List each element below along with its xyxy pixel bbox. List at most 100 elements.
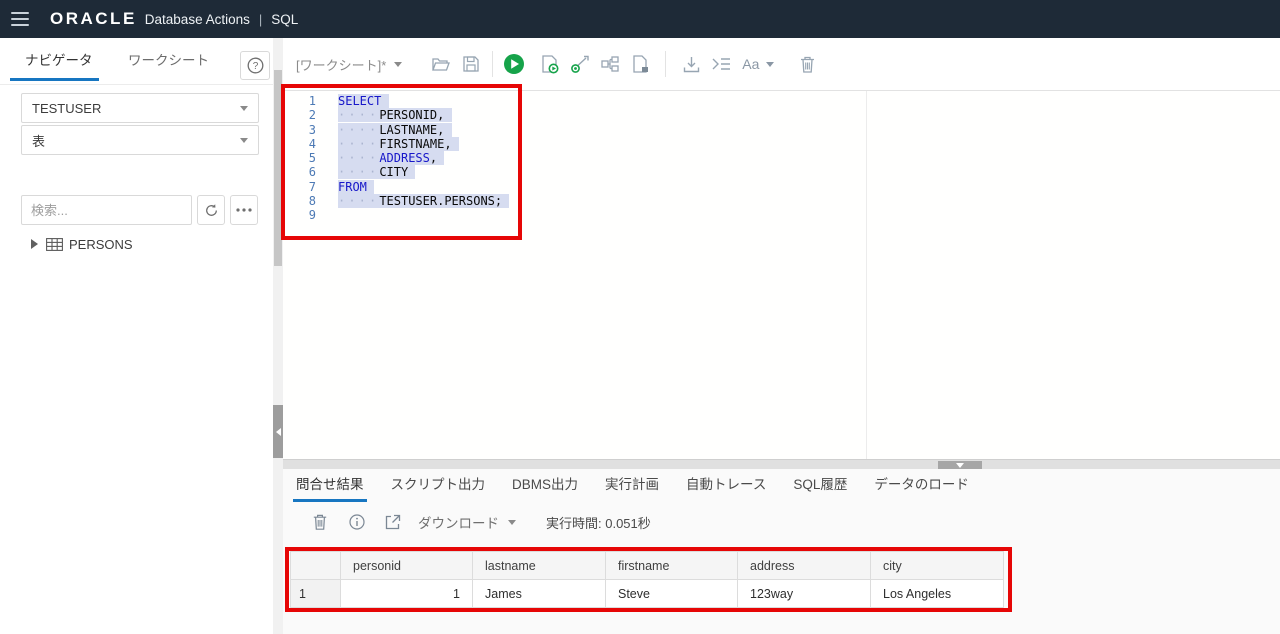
schema-select[interactable]: TESTUSER: [21, 93, 259, 123]
format-button[interactable]: [706, 49, 736, 79]
code-line[interactable]: 7FROM: [283, 180, 509, 194]
tree-item-persons[interactable]: PERSONS: [0, 233, 260, 255]
tab-autotrace[interactable]: 自動トレース: [686, 473, 766, 502]
column-header-address[interactable]: address: [738, 552, 871, 580]
sql-history-button[interactable]: [625, 49, 655, 79]
code-line-content: SELECT: [333, 94, 389, 108]
download-icon: [683, 56, 700, 73]
code-line[interactable]: 9: [283, 208, 509, 222]
code-line[interactable]: 2····PERSONID,: [283, 108, 509, 122]
line-number: 9: [283, 208, 333, 222]
toolbar-separator: [492, 51, 493, 77]
hamburger-menu-icon[interactable]: [11, 12, 29, 26]
sql-history-icon: [632, 55, 649, 73]
line-number: 7: [283, 180, 333, 194]
cell-lastname[interactable]: James: [473, 580, 606, 608]
sidebar-scrollbar-thumb[interactable]: [274, 70, 282, 266]
column-header-city[interactable]: city: [871, 552, 1004, 580]
worksheet-area: [ワークシート]*: [283, 38, 1280, 634]
explain-plan-button[interactable]: [565, 49, 595, 79]
expand-arrow-icon[interactable]: [31, 239, 38, 249]
chevron-down-icon: [394, 62, 402, 67]
code-line-content: ····PERSONID,: [333, 108, 452, 122]
autotrace-button[interactable]: [595, 49, 625, 79]
code-editor[interactable]: 1SELECT 2····PERSONID, 3····LASTNAME, 4·…: [283, 91, 1280, 459]
whitespace-dots: ····: [338, 194, 379, 208]
cell-personid[interactable]: 1: [341, 580, 473, 608]
code-token: FIRSTNAME,: [379, 137, 451, 151]
column-header-firstname[interactable]: firstname: [606, 552, 738, 580]
explain-plan-icon: [571, 55, 590, 73]
tab-data-load[interactable]: データのロード: [874, 473, 969, 502]
whitespace-dots: ····: [338, 151, 379, 165]
info-icon: [349, 514, 365, 530]
worksheet-selector-label: [ワークシート]*: [296, 55, 386, 74]
tab-dbms-output[interactable]: DBMS出力: [512, 473, 578, 502]
more-options-button[interactable]: [230, 195, 258, 225]
line-number: 4: [283, 137, 333, 151]
row-number-header: [291, 552, 341, 580]
save-button[interactable]: [456, 49, 486, 79]
folder-open-icon: [432, 57, 450, 72]
code-token: TESTUSER.PERSONS;: [379, 194, 502, 208]
format-icon: [712, 57, 731, 71]
tab-worksheet[interactable]: ワークシート: [128, 38, 209, 84]
tab-sql-history[interactable]: SQL履歴: [793, 473, 847, 502]
schema-select-value: TESTUSER: [32, 101, 101, 116]
code-line[interactable]: 1SELECT: [283, 94, 509, 108]
code-token: LASTNAME,: [379, 123, 444, 137]
code-line-content: ····ADDRESS,: [333, 151, 444, 165]
result-grid-body: 11JamesSteve123wayLos Angeles: [291, 580, 1004, 608]
results-splitter[interactable]: [283, 459, 1280, 469]
download-results-button[interactable]: ダウンロード: [418, 512, 516, 532]
line-number: 1: [283, 94, 333, 108]
active-tab-underline: [10, 78, 99, 81]
cell-address[interactable]: 123way: [738, 580, 871, 608]
oracle-logo: ORACLE: [50, 9, 137, 29]
tree-item-label: PERSONS: [69, 237, 133, 252]
refresh-button[interactable]: [197, 195, 225, 225]
cell-firstname[interactable]: Steve: [606, 580, 738, 608]
sidebar-collapse-handle[interactable]: [273, 405, 283, 458]
worksheet-selector[interactable]: [ワークシート]*: [296, 55, 402, 74]
code-line[interactable]: 3····LASTNAME,: [283, 123, 509, 137]
open-in-new-icon: [385, 514, 401, 530]
editor-toolbar: [ワークシート]*: [283, 38, 1280, 91]
line-number: 6: [283, 165, 333, 179]
code-line[interactable]: 6····CITY: [283, 165, 509, 179]
trash-icon: [313, 514, 327, 530]
cell-city[interactable]: Los Angeles: [871, 580, 1004, 608]
info-button[interactable]: [342, 507, 372, 537]
open-in-new-button[interactable]: [378, 507, 408, 537]
run-statement-button[interactable]: [499, 49, 529, 79]
table-row[interactable]: 11JamesSteve123wayLos Angeles: [291, 580, 1004, 608]
code-line-content: ····LASTNAME,: [333, 123, 452, 137]
database-actions-app: ORACLE Database Actions | SQL ナビゲータ ワークシ…: [0, 0, 1280, 634]
column-header-lastname[interactable]: lastname: [473, 552, 606, 580]
tab-script-output[interactable]: スクリプト出力: [391, 473, 486, 502]
code-lines: 1SELECT 2····PERSONID, 3····LASTNAME, 4·…: [283, 94, 509, 223]
code-line[interactable]: 4 ····FIRSTNAME,: [283, 137, 509, 151]
open-file-button[interactable]: [426, 49, 456, 79]
run-script-icon: [541, 55, 559, 74]
download-editor-button[interactable]: [676, 49, 706, 79]
sidebar-splitter[interactable]: [273, 38, 283, 634]
object-type-select[interactable]: 表: [21, 125, 259, 155]
collapse-down-icon: [956, 463, 964, 468]
code-line[interactable]: 5····ADDRESS,: [283, 151, 509, 165]
discard-results-button[interactable]: [305, 507, 335, 537]
whitespace-dots: ····: [338, 137, 379, 151]
code-line-content: FROM: [333, 180, 374, 194]
code-line[interactable]: 8····TESTUSER.PERSONS;: [283, 194, 509, 208]
column-header-personid[interactable]: personid: [341, 552, 473, 580]
search-input[interactable]: [21, 195, 192, 225]
font-size-button[interactable]: Aa: [736, 56, 780, 72]
save-icon: [463, 56, 479, 72]
code-token: ADDRESS: [379, 151, 430, 165]
tab-query-result[interactable]: 問合せ結果: [296, 473, 364, 502]
run-script-button[interactable]: [535, 49, 565, 79]
tab-explain-plan[interactable]: 実行計画: [605, 473, 659, 502]
object-type-select-value: 表: [32, 131, 45, 150]
help-button[interactable]: ?: [240, 51, 270, 80]
clear-editor-button[interactable]: [792, 49, 822, 79]
